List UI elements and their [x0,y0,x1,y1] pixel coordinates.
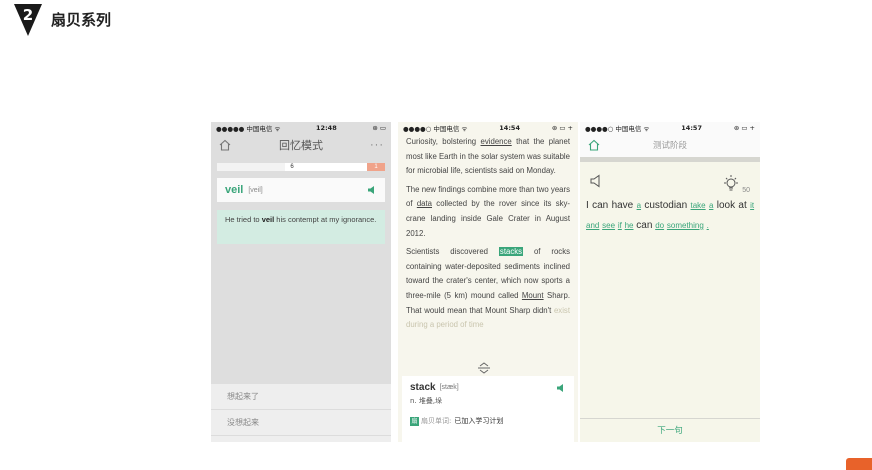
article-paragraph: The new findings combine more than two y… [406,183,570,241]
blank-word[interactable]: if [618,221,622,230]
sentence-keyword: veil [261,215,275,224]
test-sentence: I can have a custodian take a look at it… [580,196,760,236]
corner-mark [846,458,872,470]
plan-status: 已加入学习计划 [454,417,504,425]
carrier-text: ●●●●● 中国电信 ᯤ [216,124,281,133]
more-icon[interactable]: ··· [370,139,384,151]
blank-word[interactable]: he [625,221,634,230]
plan-source: 扇贝单词: [421,417,452,425]
blank-word[interactable]: do [655,221,664,230]
article-paragraph: Scientists discovered stacks of rocks co… [406,245,570,333]
article-paragraph: Curiosity, bolstering evidence that the … [406,135,570,179]
sentence-before: He tried to [225,215,262,224]
text-segment: Curiosity, bolstering [406,137,481,146]
progress-fill [217,163,285,171]
word-popup: stack [stæk] n. 堆叠,垛 扇 扇贝单词: 已加入学习计划 [402,376,574,442]
sentence-word: custodian [644,200,688,211]
battery-indicator: ⊛ ▭ [372,123,386,132]
blank-word[interactable]: it [750,201,754,210]
sentence-word: have [611,200,634,211]
not-remembered-button[interactable]: 没想起来 [211,410,391,436]
status-bar: ●●●●○ 中国电信 ᯤ 14:54 ⊛ ▭ + [398,122,578,133]
sentence-word: look [716,200,736,211]
progress-badge: 1 [367,163,385,171]
status-bar: ●●●●● 中国电信 ᯤ 12:48 ⊛ ▭ [211,122,391,133]
word-text: veil [225,184,244,196]
page-title: 回忆模式 [279,139,323,152]
blank-word[interactable]: a [709,201,713,210]
next-sentence-button[interactable]: 下一句 [580,418,760,442]
study-plan-row[interactable]: 扇 扇贝单词: 已加入学习计划 [410,416,566,426]
slide-title: 扇贝系列 [51,11,112,29]
status-bar: ●●●●○ 中国电信 ᯤ 14:57 ⊛ ▭ + [580,122,760,133]
home-icon[interactable] [218,138,232,152]
progress-count: 6 [290,164,294,170]
test-toolbar: 50 [580,162,760,196]
blank-word[interactable]: . [707,221,709,230]
shanbay-badge: 扇 [410,416,419,426]
phone-test-stage: ●●●●○ 中国电信 ᯤ 14:57 ⊛ ▭ + 测试阶段 50 I can h… [580,122,760,442]
word-card[interactable]: veil [veil] [217,178,385,202]
status-time: 14:57 [681,123,702,132]
phone-recall-mode: ●●●●● 中国电信 ᯤ 12:48 ⊛ ▭ 回忆模式 ··· 6 1 veil… [211,122,391,442]
lightbulb-icon [724,175,739,191]
selected-word[interactable]: stacks [498,247,524,257]
slide-number-badge: 2 [14,4,42,36]
sentence-word: can [592,200,609,211]
speaker-icon[interactable] [590,174,602,188]
phone-reading: ●●●●○ 中国电信 ᯤ 14:54 ⊛ ▭ + Curiosity, bols… [398,122,578,442]
article-text: Curiosity, bolstering evidence that the … [398,133,578,333]
blank-word[interactable]: something [667,221,704,230]
vocab-word[interactable]: evidence [481,137,512,146]
progress-bar: 6 1 [217,163,385,171]
sentence-word: I [586,200,589,211]
remembered-button[interactable]: 想起来了 [211,384,391,410]
sentence-word: at [738,200,747,211]
carrier-text: ●●●●○ 中国电信 ᯤ [585,124,650,133]
example-sentence: He tried to veil his contempt at my igno… [217,210,385,244]
status-time: 12:48 [316,123,337,132]
hint-count: 50 [742,187,750,194]
text-segment: Scientists discovered [406,247,499,257]
vocab-word[interactable]: Mount [522,291,544,300]
blank-word[interactable]: a [637,201,641,210]
nav-bar: 回忆模式 ··· [211,133,391,157]
battery-indicator: ⊛ ▭ + [733,123,755,132]
sentence-word: can [636,220,653,231]
blank-word[interactable]: take [691,201,706,210]
popup-phonetic: [stæk] [439,384,459,391]
page-title: 测试阶段 [652,141,687,151]
speaker-icon[interactable] [367,185,377,195]
slide-number: 2 [22,6,34,24]
blank-word[interactable]: and [586,221,599,230]
blank-word[interactable]: see [602,221,615,230]
popup-word: stack [410,382,436,393]
sentence-after: his contempt at my ignorance. [274,215,377,224]
hint-button[interactable]: 50 [721,174,750,194]
home-icon[interactable] [587,138,601,152]
answer-actions: 想起来了 没想起来 [211,384,391,442]
carrier-text: ●●●●○ 中国电信 ᯤ [403,124,468,133]
speaker-icon[interactable] [556,383,566,393]
drag-handle-icon[interactable] [476,362,492,374]
vocab-word[interactable]: data [417,199,432,208]
nav-bar: 测试阶段 [580,133,760,157]
word-phonetic: [veil] [248,186,263,194]
status-time: 14:54 [499,123,520,132]
popup-definition: n. 堆叠,垛 [410,397,443,405]
battery-indicator: ⊛ ▭ + [551,123,573,132]
